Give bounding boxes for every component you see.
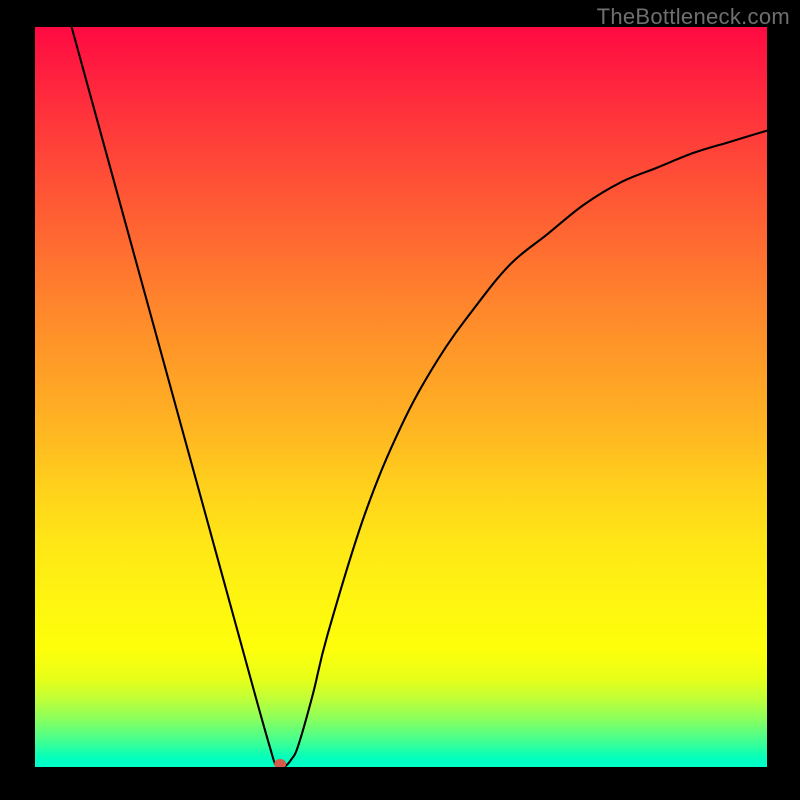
plot-area [35, 27, 767, 767]
watermark-text: TheBottleneck.com [597, 4, 790, 30]
chart-container: TheBottleneck.com [0, 0, 800, 800]
chart-svg [35, 27, 767, 767]
bottleneck-curve [72, 27, 767, 767]
optimum-marker [274, 759, 286, 767]
